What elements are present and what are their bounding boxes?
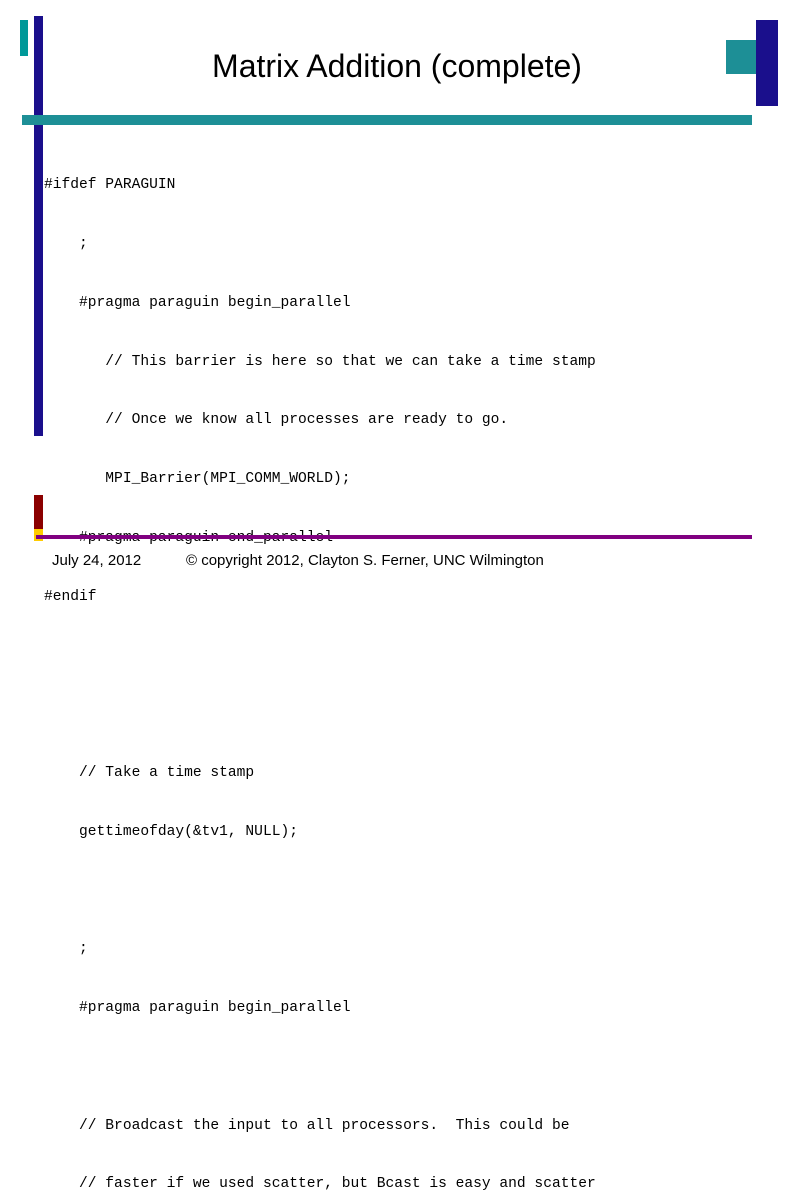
code-line: // This barrier is here so that we can t… [44, 353, 596, 370]
page-title: Matrix Addition (complete) [212, 48, 582, 84]
title-underline-rule [22, 115, 752, 125]
code-line: ; [44, 235, 88, 252]
footer-copyright: © copyright 2012, Clayton S. Ferner, UNC… [186, 552, 544, 569]
code-block: #ifdef PARAGUIN ; #pragma paraguin begin… [44, 137, 759, 1190]
code-line: // Broadcast the input to all processors… [44, 1117, 570, 1134]
decor-dark-red-stub [34, 495, 43, 529]
code-line: ; [44, 941, 88, 958]
footer-date: July 24, 2012 [52, 552, 142, 569]
code-line: #pragma paraguin begin_parallel [44, 294, 351, 311]
code-line: gettimeofday(&tv1, NULL); [44, 823, 298, 840]
code-line: #pragma paraguin begin_parallel [44, 1000, 351, 1017]
footer-divider [36, 535, 752, 539]
code-line: #ifdef PARAGUIN [44, 177, 176, 194]
code-line: // Once we know all processes are ready … [44, 412, 509, 429]
code-line: // faster if we used scatter, but Bcast … [44, 1176, 596, 1190]
code-line: // Take a time stamp [44, 765, 255, 781]
code-line: #endif [44, 588, 97, 605]
code-line: MPI_Barrier(MPI_COMM_WORLD); [44, 471, 351, 488]
